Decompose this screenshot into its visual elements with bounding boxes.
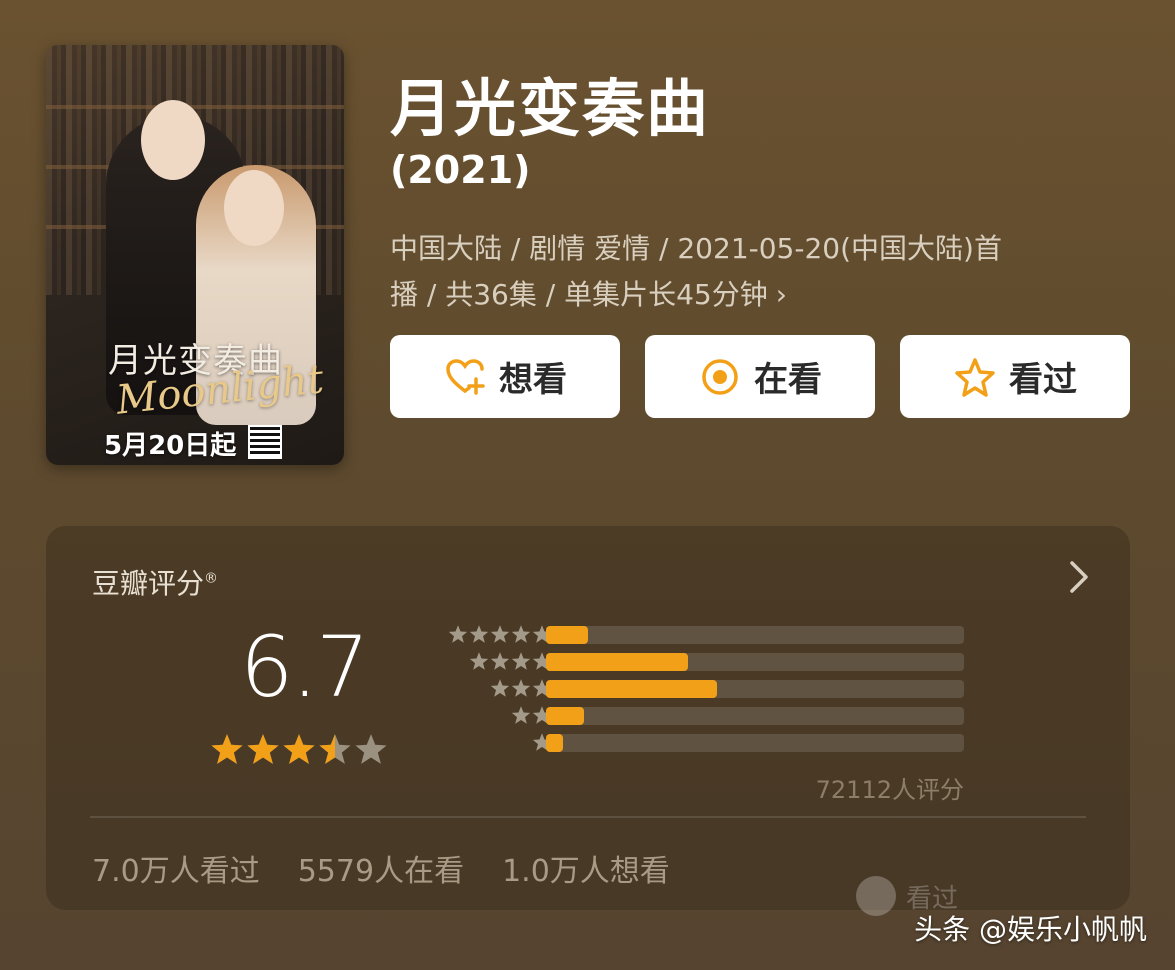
divider: [90, 816, 1086, 818]
chevron-right-icon[interactable]: [1068, 560, 1090, 594]
faded-badge-icon: [856, 876, 896, 916]
rating-dist-row: [426, 733, 986, 752]
poster-shelf-line: [46, 105, 344, 109]
watched-button[interactable]: 看过: [900, 335, 1130, 418]
rating-bar-fill: [546, 653, 689, 671]
star-icon: [469, 625, 489, 643]
rating-dist-stars: [448, 624, 552, 644]
star-icon: [283, 734, 315, 764]
heart-plus-icon: [446, 358, 485, 395]
watched-label: 看过: [1009, 360, 1077, 400]
star-icon: [319, 734, 351, 764]
rating-bar-track: [546, 734, 964, 752]
star-icon: [511, 679, 531, 697]
star-icon: [490, 652, 510, 670]
rating-bar-track: [546, 680, 964, 698]
stat-watching: 5579人在看: [297, 854, 465, 889]
show-meta-line1: 中国大陆 / 剧情 爱情 / 2021-05-20(中国大陆)首: [390, 232, 1002, 265]
rating-stars: [210, 732, 388, 766]
rating-title: 豆瓣评分®: [92, 567, 219, 600]
rating-bar-fill: [546, 626, 588, 644]
watching-label: 在看: [754, 360, 822, 400]
rating-dist-row: [426, 651, 986, 671]
star-icon: [490, 625, 510, 643]
star-icon: [211, 734, 243, 764]
rating-bar-track: [546, 707, 964, 725]
star-icon: [511, 706, 531, 724]
star-icon: [247, 734, 279, 764]
poster-image[interactable]: 月光变奏曲 Moonlight 5月20日起: [46, 45, 344, 465]
show-meta-line2: 播 / 共36集 / 单集片长45分钟 ›: [390, 278, 787, 311]
want-to-watch-label: 想看: [499, 360, 567, 400]
rating-dist-stars: [490, 678, 552, 698]
rating-dist-row: [426, 624, 986, 644]
star-icon: [511, 625, 531, 643]
show-meta[interactable]: 中国大陆 / 剧情 爱情 / 2021-05-20(中国大陆)首 播 / 共36…: [390, 226, 1130, 318]
registered-mark: ®: [204, 570, 219, 587]
watermark-text: 头条 @娱乐小帆帆: [914, 913, 1147, 946]
rating-bar-fill: [546, 734, 563, 752]
chevron-right-icon: ›: [775, 278, 787, 311]
rating-bar-fill: [546, 707, 584, 725]
show-year: (2021): [390, 148, 531, 192]
want-to-watch-button[interactable]: 想看: [390, 335, 620, 418]
star-icon: [448, 625, 468, 643]
rating-bar-fill: [546, 680, 718, 698]
rating-dist-stars: [469, 651, 552, 671]
rating-bar-track: [546, 653, 964, 671]
rating-total-count: 72112人评分: [815, 776, 964, 804]
star-icon: [355, 734, 387, 764]
star-icon: [511, 652, 531, 670]
show-title: 月光变奏曲: [390, 72, 711, 145]
star-icon: [469, 652, 489, 670]
stat-want: 1.0万人想看: [502, 854, 670, 889]
poster-date-text: 5月20日起: [104, 431, 237, 461]
target-circle-icon: [702, 358, 738, 395]
poster-face-woman: [224, 170, 284, 246]
watch-stats: 7.0万人看过 5579人在看 1.0万人想看: [92, 846, 670, 890]
rating-bar-track: [546, 626, 964, 644]
rating-dist-row: [426, 706, 986, 725]
star-outline-icon: [955, 357, 995, 397]
watching-button[interactable]: 在看: [645, 335, 875, 418]
poster-face-man: [141, 100, 205, 180]
stat-watched: 7.0万人看过: [92, 854, 260, 889]
star-icon: [490, 679, 510, 697]
rating-dist-row: [426, 678, 986, 698]
rating-card[interactable]: 豆瓣评分® 6.7 72112人评分 7.0万人看过 5579人在看 1.0万人…: [46, 526, 1130, 910]
poster-qr-code: [248, 425, 282, 459]
rating-score: 6.7: [240, 618, 370, 716]
